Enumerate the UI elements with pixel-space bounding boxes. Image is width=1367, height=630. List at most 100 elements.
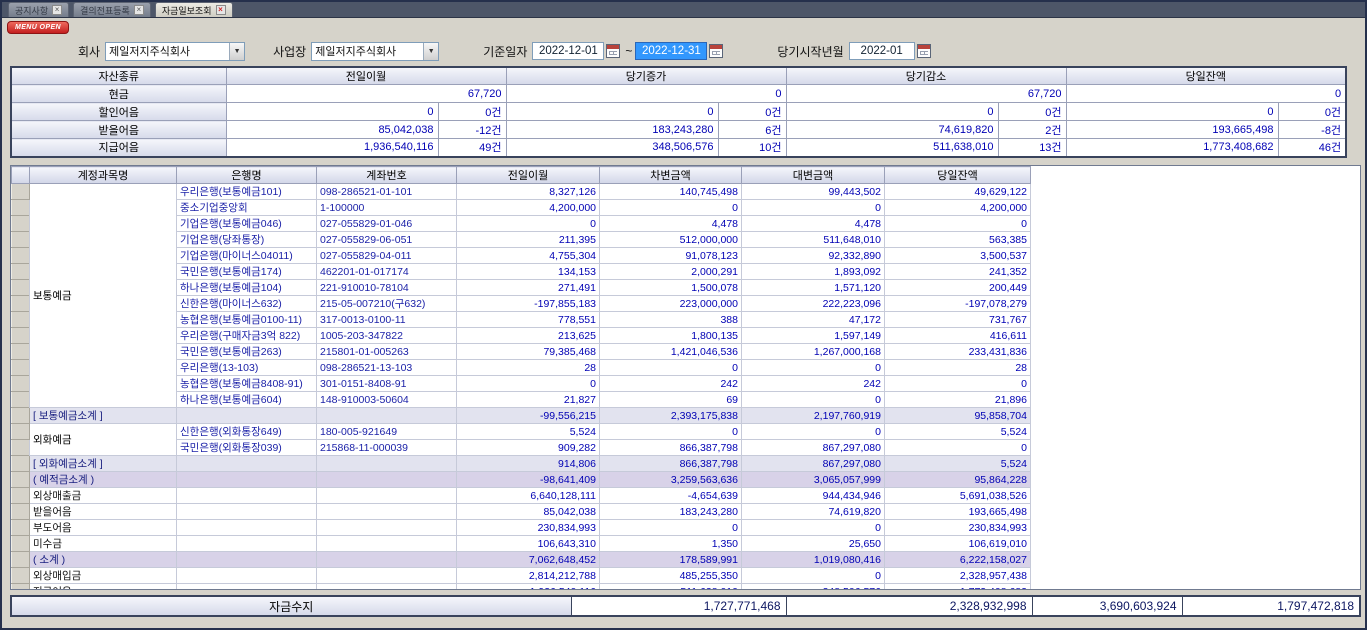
row-selector[interactable]: [12, 424, 30, 440]
amount-cell: 867,297,080: [742, 456, 885, 472]
row-selector[interactable]: [12, 408, 30, 424]
company-select[interactable]: 제일저지주식회사 ▼: [105, 42, 245, 61]
grid-col-header[interactable]: 전일이월: [457, 167, 600, 184]
bank-name: 중소기업중앙회: [177, 200, 317, 216]
grid-row[interactable]: [ 외화예금소계 ]914,806866,387,798867,297,0805…: [12, 456, 1031, 472]
amount-cell: 95,864,228: [885, 472, 1031, 488]
summary-row-label: 받을어음: [11, 121, 226, 139]
bank-name: [177, 552, 317, 568]
row-selector[interactable]: [12, 248, 30, 264]
grid-body: 계정과목명은행명계좌번호전일이월차변금액대변금액당일잔액보통예금우리은행(보통예…: [12, 167, 1031, 591]
summary-amount: 193,665,498: [1066, 121, 1278, 139]
row-selector[interactable]: [12, 264, 30, 280]
amount-cell: 0: [742, 568, 885, 584]
chevron-down-icon[interactable]: ▼: [423, 43, 438, 60]
account-number: 027-055829-06-051: [317, 232, 457, 248]
row-selector[interactable]: [12, 504, 30, 520]
grid-row[interactable]: 부도어음230,834,99300230,834,993: [12, 520, 1031, 536]
bank-name: 국민은행(보통예금263): [177, 344, 317, 360]
amount-cell: 866,387,798: [600, 456, 742, 472]
grid-row[interactable]: 외상매출금6,640,128,111-4,654,639944,434,9465…: [12, 488, 1031, 504]
grid-row[interactable]: ( 소계 )7,062,648,452178,589,9911,019,080,…: [12, 552, 1031, 568]
start-month-label: 당기시작년월: [777, 43, 843, 60]
bank-name: [177, 504, 317, 520]
amount-cell: 4,200,000: [885, 200, 1031, 216]
row-selector[interactable]: [12, 520, 30, 536]
amount-cell: 6,640,128,111: [457, 488, 600, 504]
grid-row[interactable]: ( 예적금소계 )-98,641,4093,259,563,6363,065,0…: [12, 472, 1031, 488]
row-selector[interactable]: [12, 296, 30, 312]
amount-cell: 4,755,304: [457, 248, 600, 264]
row-selector[interactable]: [12, 488, 30, 504]
amount-cell: 25,650: [742, 536, 885, 552]
tab-close-icon[interactable]: ×: [134, 5, 144, 15]
grid-col-header[interactable]: 계좌번호: [317, 167, 457, 184]
amount-cell: 511,638,010: [600, 584, 742, 591]
row-selector[interactable]: [12, 216, 30, 232]
start-month-input[interactable]: 2022-01: [849, 42, 915, 60]
grid-col-header[interactable]: 당일잔액: [885, 167, 1031, 184]
account-number: [317, 456, 457, 472]
grid-row[interactable]: 받을어음85,042,038183,243,28074,619,820193,6…: [12, 504, 1031, 520]
row-selector[interactable]: [12, 584, 30, 591]
amount-cell: 0: [885, 440, 1031, 456]
calendar-icon[interactable]: [709, 44, 723, 58]
app-window: 공지사항×결의전표등록×자금일보조회× MENU OPEN 회사 제일저지주식회…: [0, 0, 1367, 630]
bank-name: 기업은행(당좌통장): [177, 232, 317, 248]
summary-row-label: 현금: [11, 85, 226, 103]
row-selector[interactable]: [12, 232, 30, 248]
row-selector[interactable]: [12, 440, 30, 456]
amount-cell: 2,328,957,438: [885, 568, 1031, 584]
tab-close-icon[interactable]: ×: [52, 5, 62, 15]
summary-col-header: 자산종류: [11, 67, 226, 85]
grid-col-header[interactable]: 은행명: [177, 167, 317, 184]
tab-공지사항[interactable]: 공지사항×: [8, 2, 69, 17]
grid-col-header[interactable]: 차변금액: [600, 167, 742, 184]
row-selector[interactable]: [12, 456, 30, 472]
grid-row[interactable]: 외상매입금2,814,212,788485,255,35002,328,957,…: [12, 568, 1031, 584]
row-selector[interactable]: [12, 392, 30, 408]
amount-cell: 1,500,078: [600, 280, 742, 296]
tab-close-icon[interactable]: ×: [216, 5, 226, 15]
grid-col-header[interactable]: 대변금액: [742, 167, 885, 184]
row-selector[interactable]: [12, 312, 30, 328]
row-selector[interactable]: [12, 328, 30, 344]
row-selector[interactable]: [12, 360, 30, 376]
amount-cell: 230,834,993: [885, 520, 1031, 536]
amount-cell: -4,654,639: [600, 488, 742, 504]
date-from-input[interactable]: 2022-12-01: [532, 42, 604, 60]
row-selector[interactable]: [12, 376, 30, 392]
grid-row[interactable]: 지급어음1,936,540,116511,638,010348,506,5761…: [12, 584, 1031, 591]
grid-col-header[interactable]: 계정과목명: [30, 167, 177, 184]
row-selector[interactable]: [12, 280, 30, 296]
footer-total-value: 1,797,472,818: [1182, 596, 1360, 616]
amount-cell: 47,172: [742, 312, 885, 328]
row-selector[interactable]: [12, 184, 30, 200]
grid-row[interactable]: 보통예금우리은행(보통예금101)098-286521-01-1018,327,…: [12, 184, 1031, 200]
grid-row[interactable]: 외화예금신한은행(외화통장649)180-005-9216495,524005,…: [12, 424, 1031, 440]
amount-cell: 85,042,038: [457, 504, 600, 520]
grid-row[interactable]: 미수금106,643,3101,35025,650106,619,010: [12, 536, 1031, 552]
row-selector[interactable]: [12, 536, 30, 552]
row-selector[interactable]: [12, 344, 30, 360]
chevron-down-icon[interactable]: ▼: [229, 43, 244, 60]
site-select[interactable]: 제일저지주식회사 ▼: [311, 42, 439, 61]
summary-col-header: 당기증가: [506, 67, 786, 85]
amount-cell: 1,893,092: [742, 264, 885, 280]
grid-row[interactable]: [ 보통예금소계 ]-99,556,2152,393,175,8382,197,…: [12, 408, 1031, 424]
row-selector[interactable]: [12, 472, 30, 488]
amount-cell: 230,834,993: [457, 520, 600, 536]
calendar-icon[interactable]: [606, 44, 620, 58]
row-selector[interactable]: [12, 200, 30, 216]
row-selector[interactable]: [12, 552, 30, 568]
calendar-icon[interactable]: [917, 44, 931, 58]
account-number: 462201-01-017174: [317, 264, 457, 280]
tab-자금일보조회[interactable]: 자금일보조회×: [155, 2, 233, 17]
account-label: 받을어음: [30, 504, 177, 520]
amount-cell: -197,078,279: [885, 296, 1031, 312]
tab-결의전표등록[interactable]: 결의전표등록×: [73, 2, 151, 17]
menu-open-button[interactable]: MENU OPEN: [7, 21, 69, 34]
date-to-input[interactable]: 2022-12-31: [635, 42, 707, 60]
row-selector[interactable]: [12, 568, 30, 584]
amount-cell: 0: [600, 360, 742, 376]
